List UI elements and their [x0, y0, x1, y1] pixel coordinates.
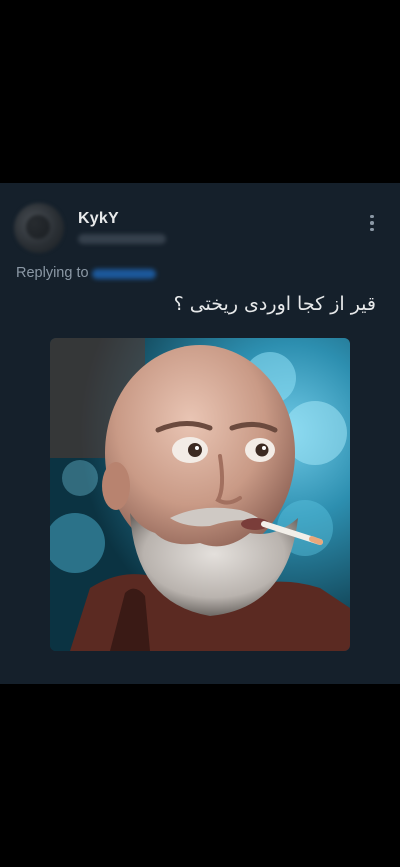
more-options-icon[interactable]: [360, 211, 384, 235]
avatar[interactable]: [14, 203, 64, 253]
screen: KykY Replying to قیر از کجا اوردی ریختی …: [0, 0, 400, 867]
display-name[interactable]: KykY: [78, 210, 119, 228]
more-dot: [370, 214, 374, 219]
tweet-card[interactable]: KykY Replying to قیر از کجا اوردی ریختی …: [0, 183, 400, 684]
replying-to-label: Replying to: [16, 265, 89, 281]
username-handle-redacted[interactable]: [78, 234, 166, 244]
tweet-media-image[interactable]: [50, 338, 350, 651]
meme-photo: [50, 338, 350, 651]
avatar-image: [26, 215, 50, 239]
tweet-text: قیر از کجا اوردی ریختی ؟: [173, 293, 376, 315]
more-dot: [370, 221, 374, 225]
more-dot: [370, 227, 374, 232]
replying-to-handle-redacted[interactable]: [92, 269, 156, 279]
